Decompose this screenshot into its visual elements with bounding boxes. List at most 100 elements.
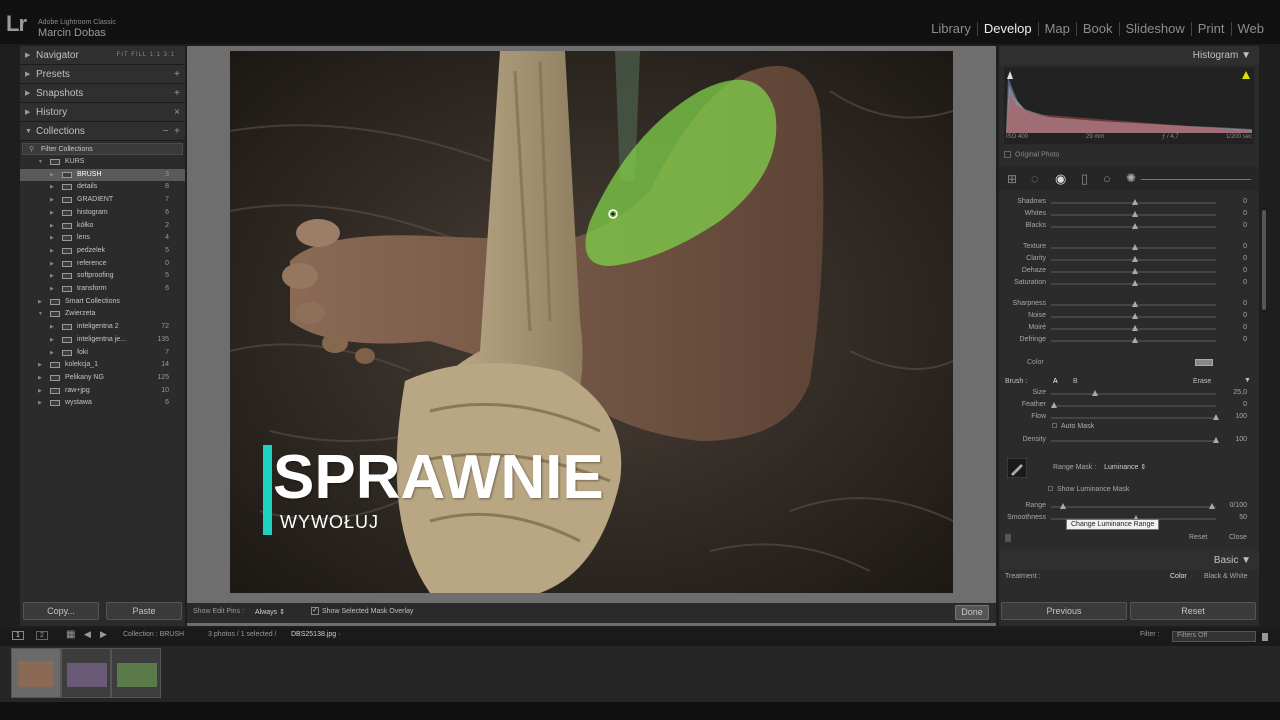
slider-row[interactable]: Blacks 0 (999, 221, 1259, 233)
clear-history-icon[interactable]: × (174, 103, 180, 122)
brush-a-tab[interactable]: A (1053, 378, 1058, 385)
snapshots-header[interactable]: ▶ Snapshots + (20, 84, 185, 103)
paste-button[interactable]: Paste (106, 602, 182, 620)
slider-knob[interactable] (1132, 280, 1138, 286)
expand-icon[interactable]: ▼ (38, 156, 43, 169)
collection-item[interactable]: ▶ histogram 6 (20, 207, 185, 220)
reset-button[interactable]: Reset (1130, 602, 1256, 620)
back-arrow-icon[interactable]: ◀ (84, 629, 91, 640)
graduated-filter-icon[interactable]: ▯ (1081, 171, 1088, 187)
module-web[interactable]: Web (1230, 22, 1271, 36)
slider-row[interactable]: Defringe 0 (999, 335, 1259, 347)
collection-item[interactable]: ▶ pedzelek 5 (20, 245, 185, 258)
expand-icon[interactable]: ▶ (38, 397, 42, 410)
crop-tool-icon[interactable]: ⊞ (1007, 172, 1017, 186)
slider-row[interactable]: Feather 0 (999, 400, 1259, 412)
collection-item[interactable]: ▶ lens 4 (20, 232, 185, 245)
view-1-button[interactable]: 1 (12, 631, 24, 640)
filmstrip-thumbnail[interactable] (11, 648, 61, 698)
module-develop[interactable]: Develop (976, 22, 1038, 36)
color-swatch[interactable] (1195, 359, 1213, 366)
basic-header[interactable]: Basic ▼ (999, 551, 1259, 570)
add-snapshot-icon[interactable]: + (174, 84, 180, 103)
red-eye-icon[interactable]: ◉ (1055, 171, 1066, 187)
slider-row[interactable]: Flow 100 (999, 412, 1259, 424)
file-name[interactable]: DBS25138.jpg · (291, 631, 340, 638)
show-luminance-mask-toggle[interactable]: Show Luminance Mask (1048, 486, 1129, 493)
expand-icon[interactable]: ▶ (38, 296, 42, 309)
presets-header[interactable]: ▶ Presets + (20, 65, 185, 84)
original-photo-toggle[interactable]: Original Photo (1004, 151, 1059, 158)
mask-overlay-checkbox[interactable]: ✓ (311, 607, 319, 615)
slider-row[interactable]: Saturation 0 (999, 278, 1259, 290)
mask-reset-button[interactable]: Reset (1189, 534, 1207, 541)
previous-button[interactable]: Previous (1001, 602, 1127, 620)
slider-knob[interactable] (1051, 402, 1057, 408)
expand-icon[interactable]: ▶ (50, 232, 54, 245)
module-slideshow[interactable]: Slideshow (1118, 22, 1191, 36)
view-2-button[interactable]: 2 (36, 631, 48, 640)
collection-item[interactable]: ▶ Smart Collections (20, 296, 185, 309)
range-knob-high[interactable] (1209, 503, 1215, 509)
show-edit-pins-select[interactable]: Always ⇕ (255, 608, 285, 616)
collection-item[interactable]: ▶ kolekcja_1 14 (20, 359, 185, 372)
collection-item[interactable]: ▶ BRUSH 3 (20, 168, 185, 182)
module-library[interactable]: Library (925, 22, 977, 36)
collection-item[interactable]: ▼ Zwierzeta (20, 308, 185, 321)
slider-knob[interactable] (1213, 437, 1219, 443)
expand-icon[interactable]: ▶ (38, 385, 42, 398)
slider-knob[interactable] (1132, 256, 1138, 262)
slider-knob[interactable] (1132, 337, 1138, 343)
filter-select[interactable]: Filters Off (1172, 631, 1256, 642)
collapse-icon[interactable]: ▼ (1244, 377, 1251, 384)
module-print[interactable]: Print (1190, 22, 1231, 36)
slider-row[interactable]: Noise 0 (999, 311, 1259, 323)
copy-button[interactable]: Copy... (23, 602, 99, 620)
expand-icon[interactable]: ▶ (50, 283, 54, 296)
range-slider[interactable]: Range 0/100 (999, 501, 1259, 513)
mask-close-button[interactable]: Close (1229, 534, 1247, 541)
collections-header[interactable]: ▼ Collections − + (20, 122, 185, 141)
collection-item[interactable]: ▶ raw+jpg 10 (20, 385, 185, 398)
filter-lock-icon[interactable] (1262, 633, 1268, 641)
brush-b-tab[interactable]: B (1073, 378, 1078, 385)
spot-removal-icon[interactable]: ◌ (1031, 171, 1039, 186)
expand-icon[interactable]: ▶ (50, 194, 54, 207)
history-header[interactable]: ▶ History × (20, 103, 185, 122)
expand-icon[interactable]: ▶ (50, 334, 54, 347)
collection-item[interactable]: ▶ softproofing 5 (20, 270, 185, 283)
auto-mask-toggle[interactable]: Auto Mask (1052, 423, 1094, 430)
collection-item[interactable]: ▶ Pelikany NG 125 (20, 372, 185, 385)
expand-icon[interactable]: ▶ (50, 169, 54, 182)
slider-row[interactable]: Size 25,0 (999, 388, 1259, 400)
filter-collections-input[interactable]: ⚲ Filter Collections (22, 143, 183, 155)
collection-item[interactable]: ▶ foki 7 (20, 347, 185, 360)
collection-item[interactable]: ▶ inteligentna je... 135 (20, 334, 185, 347)
slider-row[interactable]: Clarity 0 (999, 254, 1259, 266)
add-collection-icon[interactable]: − + (163, 122, 180, 141)
expand-icon[interactable]: ▶ (50, 220, 54, 233)
expand-icon[interactable]: ▼ (38, 308, 43, 321)
slider-row[interactable]: Dehaze 0 (999, 266, 1259, 278)
grid-icon[interactable]: ▦ (66, 629, 75, 640)
expand-icon[interactable]: ▶ (50, 258, 54, 271)
navigator-zoom-options[interactable]: FIT FILL 1:1 3:1 (117, 46, 175, 65)
filmstrip-thumbnail[interactable] (61, 648, 111, 698)
expand-icon[interactable]: ▶ (50, 321, 54, 334)
slider-knob[interactable] (1132, 223, 1138, 229)
range-knob-low[interactable] (1060, 503, 1066, 509)
slider-row[interactable]: Density 100 (999, 435, 1259, 447)
histogram-header[interactable]: Histogram ▼ (999, 46, 1259, 65)
collection-item[interactable]: ▶ reference 0 (20, 258, 185, 271)
add-preset-icon[interactable]: + (174, 65, 180, 84)
forward-arrow-icon[interactable]: ▶ (100, 629, 107, 640)
filmstrip-thumbnail[interactable] (111, 648, 161, 698)
slider-knob[interactable] (1132, 268, 1138, 274)
expand-icon[interactable]: ▶ (38, 359, 42, 372)
collection-item[interactable]: ▶ details 8 (20, 181, 185, 194)
slider-knob[interactable] (1132, 325, 1138, 331)
slider-row[interactable]: Shadows 0 (999, 197, 1259, 209)
slider-row[interactable]: Texture 0 (999, 242, 1259, 254)
collection-path[interactable]: Collection : BRUSH (123, 631, 184, 638)
slider-row[interactable]: Sharpness 0 (999, 299, 1259, 311)
